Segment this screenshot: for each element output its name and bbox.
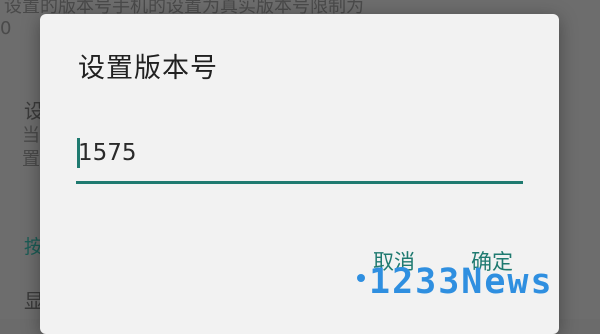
background-description-line: 0 <box>0 18 12 39</box>
version-input[interactable] <box>76 132 523 170</box>
watermark-dot <box>357 274 365 282</box>
version-input-container <box>76 132 523 172</box>
background-setting-summary: 当 <box>22 125 40 146</box>
background-setting-summary: 置 <box>22 149 40 170</box>
watermark-logo: 1233News <box>357 262 554 302</box>
text-cursor <box>77 138 80 168</box>
watermark-text: 1233News <box>369 262 554 302</box>
dialog-title: 设置版本号 <box>78 53 218 84</box>
input-underline <box>76 181 523 184</box>
